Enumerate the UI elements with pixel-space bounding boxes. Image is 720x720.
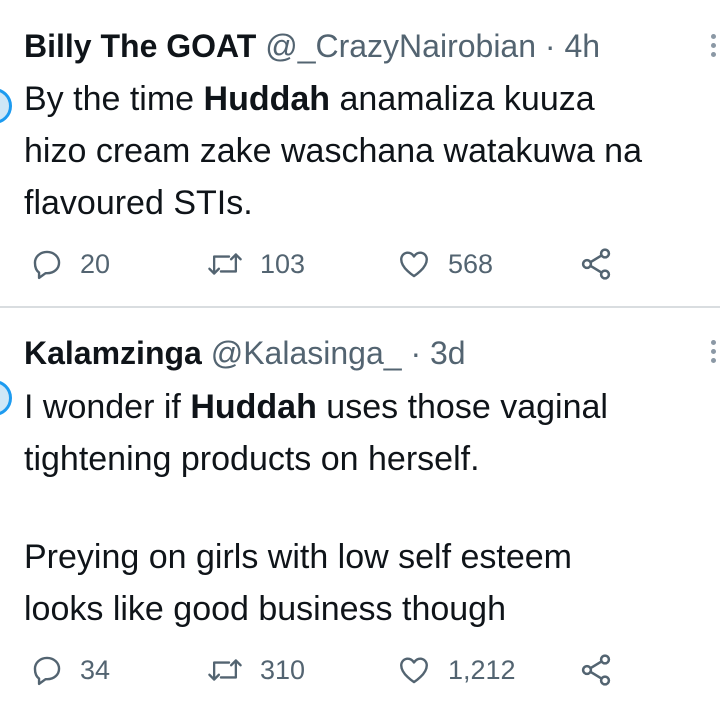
share-icon bbox=[581, 654, 611, 686]
reply-count: 20 bbox=[80, 248, 111, 279]
text-segment: anamaliza kuuza bbox=[330, 80, 595, 118]
retweet-button[interactable]: 103 bbox=[206, 244, 305, 284]
text-segment: hizo cream zake waschana watakuwa na bbox=[24, 132, 642, 170]
separator: · bbox=[410, 335, 422, 371]
retweet-count: 103 bbox=[260, 248, 306, 279]
display-name[interactable]: Kalamzinga bbox=[24, 335, 202, 371]
reply-button[interactable]: 34 bbox=[30, 650, 110, 690]
avatar[interactable] bbox=[0, 88, 12, 124]
like-button[interactable]: 568 bbox=[396, 244, 493, 284]
more-icon[interactable] bbox=[708, 34, 718, 62]
tweet-text-line: I wonder if Huddah uses those vaginal bbox=[24, 381, 608, 433]
user-handle[interactable]: @_CrazyNairobian bbox=[265, 28, 536, 64]
retweet-count: 310 bbox=[260, 654, 306, 685]
more-icon[interactable] bbox=[708, 340, 718, 368]
retweet-button[interactable]: 310 bbox=[206, 650, 305, 690]
reply-count: 34 bbox=[80, 654, 111, 685]
heart-icon bbox=[400, 657, 428, 684]
separator: · bbox=[544, 28, 556, 64]
tweet-text-line: flavoured STIs. bbox=[24, 177, 642, 229]
reply-button[interactable]: 20 bbox=[30, 244, 110, 284]
tweet[interactable]: Billy The GOAT @_CrazyNairobian · 4h By … bbox=[0, 0, 720, 306]
tweet-text-line: Preying on girls with low self esteem bbox=[24, 531, 608, 583]
tweet-text-line: By the time Huddah anamaliza kuuza bbox=[24, 73, 642, 125]
timestamp[interactable]: 3d bbox=[430, 335, 466, 371]
avatar[interactable] bbox=[0, 380, 12, 416]
tweet-text: I wonder if Huddah uses those vaginal tig… bbox=[24, 381, 608, 635]
text-segment: flavoured STIs. bbox=[24, 184, 253, 222]
text-segment: looks like good business though bbox=[24, 590, 506, 628]
text-segment: tightening products on herself. bbox=[24, 440, 480, 478]
retweet-icon bbox=[208, 659, 242, 681]
tweet-divider bbox=[0, 306, 720, 308]
tweet[interactable]: Kalamzinga @Kalasinga_ · 3d I wonder if … bbox=[0, 310, 720, 720]
tweet-actions: 20 103 568 bbox=[30, 244, 710, 284]
reply-icon bbox=[33, 656, 61, 686]
tweet-text-line: looks like good business though bbox=[24, 583, 608, 635]
tweet-text-line: tightening products on herself. bbox=[24, 433, 608, 485]
tweet-header: Kalamzinga @Kalasinga_ · 3d bbox=[24, 333, 466, 373]
bold-text: Huddah bbox=[190, 388, 317, 426]
tweet-text: By the time Huddah anamaliza kuuza hizo c… bbox=[24, 73, 642, 229]
like-button[interactable]: 1,212 bbox=[396, 650, 516, 690]
text-segment: By the time bbox=[24, 80, 204, 118]
text-segment: I wonder if bbox=[24, 388, 191, 426]
reply-icon bbox=[33, 250, 61, 280]
retweet-icon bbox=[208, 253, 242, 275]
share-button[interactable] bbox=[578, 650, 614, 690]
tweet-header: Billy The GOAT @_CrazyNairobian · 4h bbox=[24, 26, 600, 66]
like-count: 568 bbox=[448, 248, 494, 279]
user-handle[interactable]: @Kalasinga_ bbox=[211, 335, 402, 371]
text-segment: uses those vaginal bbox=[316, 388, 608, 426]
tweet-feed: Billy The GOAT @_CrazyNairobian · 4h By … bbox=[0, 0, 720, 720]
display-name[interactable]: Billy The GOAT bbox=[24, 28, 256, 64]
share-button[interactable] bbox=[578, 244, 614, 284]
like-count: 1,212 bbox=[448, 654, 516, 685]
heart-icon bbox=[400, 251, 428, 278]
text-segment: Preying on girls with low self esteem bbox=[24, 538, 573, 576]
tweet-text-line: hizo cream zake waschana watakuwa na bbox=[24, 125, 642, 177]
bold-text: Huddah bbox=[203, 80, 331, 118]
share-icon bbox=[581, 248, 611, 280]
timestamp[interactable]: 4h bbox=[564, 28, 600, 64]
tweet-actions: 34 310 1,212 bbox=[30, 650, 710, 690]
